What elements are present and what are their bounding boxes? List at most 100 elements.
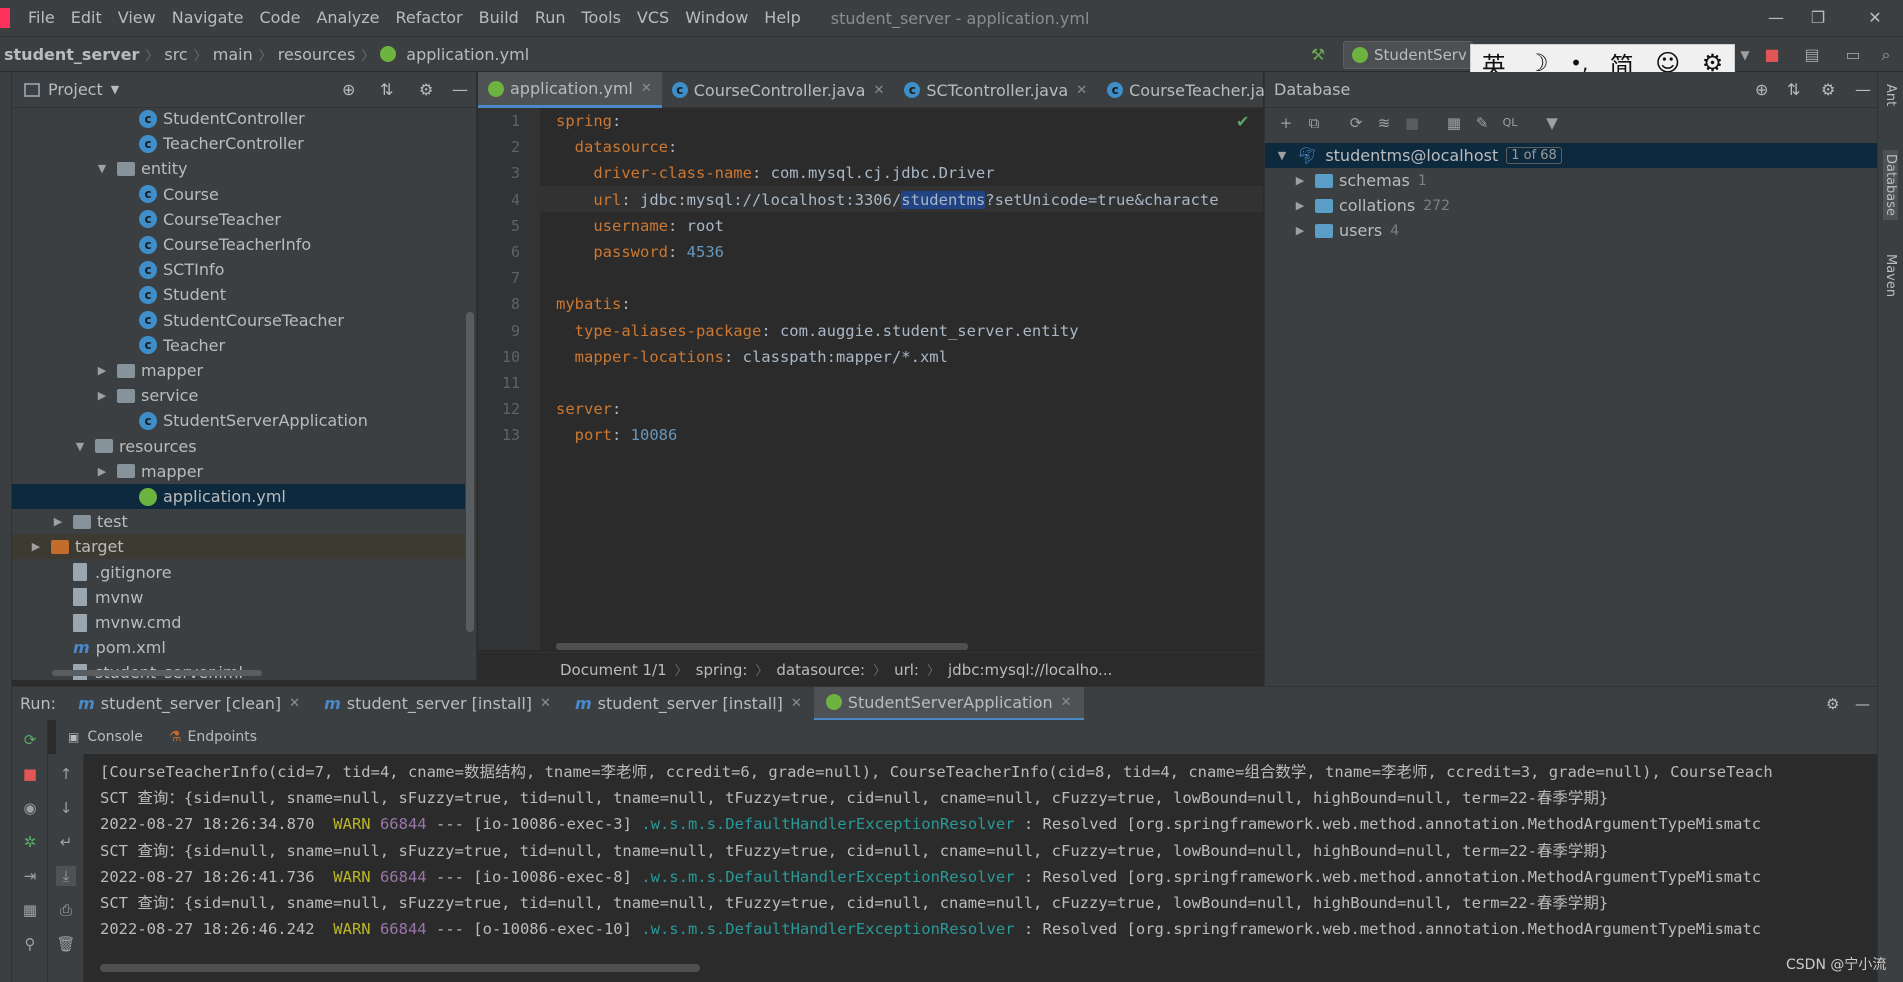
tab-console[interactable]: Console xyxy=(87,729,143,745)
ant-tab[interactable]: Ant xyxy=(1883,84,1898,106)
stop-icon[interactable]: ■ xyxy=(20,764,40,784)
code-line[interactable]: password: 4536 xyxy=(556,239,724,265)
add-icon[interactable]: + xyxy=(1275,112,1297,134)
editor-breadcrumb-item[interactable]: datasource: xyxy=(776,661,865,679)
chevron-down-icon[interactable]: ▼ xyxy=(1735,45,1755,65)
close-icon[interactable]: ✕ xyxy=(791,696,802,711)
editor-breadcrumb-item[interactable]: spring: xyxy=(696,661,748,679)
chevron-down-icon[interactable]: ▼ xyxy=(111,83,119,96)
menu-refactor[interactable]: Refactor xyxy=(388,0,471,36)
run-tab[interactable]: StudentServerApplication ✕ xyxy=(813,686,1084,721)
close-icon[interactable]: ✕ xyxy=(1847,0,1903,36)
menu-analyze[interactable]: Analyze xyxy=(308,0,387,36)
code-line[interactable]: driver-class-name: com.mysql.cj.jdbc.Dri… xyxy=(556,160,994,186)
console-hscrollbar[interactable] xyxy=(100,964,700,972)
project-structure-icon[interactable]: ▤ xyxy=(1802,45,1822,65)
close-icon[interactable]: ✕ xyxy=(540,696,551,711)
close-icon[interactable]: ✕ xyxy=(1061,695,1072,710)
table-icon[interactable]: ▦ xyxy=(1443,112,1465,134)
tree-item[interactable]: c StudentServerApplication xyxy=(12,408,465,433)
chevron-right-icon[interactable]: ▶ xyxy=(95,364,109,377)
menu-tools[interactable]: Tools xyxy=(574,0,629,36)
code-line[interactable]: spring: xyxy=(556,108,621,134)
pin-icon[interactable]: ⚲ xyxy=(20,934,40,954)
tree-item[interactable]: ▼ resources xyxy=(12,434,465,459)
chevron-right-icon[interactable]: ▶ xyxy=(95,389,109,402)
tree-item[interactable]: mvnw.cmd xyxy=(12,610,465,635)
tree-item[interactable]: c CourseTeacher xyxy=(12,207,465,232)
tab-endpoints[interactable]: Endpoints xyxy=(187,729,257,745)
print-icon[interactable]: ⎙ xyxy=(56,900,76,920)
chevron-right-icon[interactable]: ▶ xyxy=(29,540,43,553)
sql-console-icon[interactable]: QL xyxy=(1499,112,1521,134)
editor-hscrollbar[interactable] xyxy=(556,643,968,650)
layout-icon[interactable]: ▦ xyxy=(20,900,40,920)
code-line[interactable]: url: jdbc:mysql://localhost:3306/student… xyxy=(556,187,1219,213)
code-line[interactable]: server: xyxy=(556,396,621,422)
run-tab[interactable]: m student_server [install] ✕ xyxy=(312,687,563,721)
chevron-right-icon[interactable]: ▶ xyxy=(51,515,65,528)
menu-navigate[interactable]: Navigate xyxy=(164,0,252,36)
locate-icon[interactable]: ⊕ xyxy=(342,80,355,99)
maven-tab[interactable]: Maven xyxy=(1883,254,1898,297)
minimize-panel-icon[interactable]: — xyxy=(1855,695,1870,713)
code-editor[interactable]: 1 2 3 4 5 6 7 8 9 10 11 12 13 spring: datasource: dr… xyxy=(478,108,1263,650)
tree-item[interactable]: c Course xyxy=(12,182,465,207)
breadcrumb-project[interactable]: student_server xyxy=(0,45,143,64)
editor-tab[interactable]: application.yml ✕ xyxy=(478,72,662,108)
build-hammer-icon[interactable]: ⚒ xyxy=(1308,45,1328,65)
tree-item[interactable]: c SCTInfo xyxy=(12,257,465,282)
datasource-row[interactable]: ▼ 🐬︎ studentms@localhost 1 of 68 xyxy=(1265,143,1877,168)
filter-icon[interactable]: ▼ xyxy=(1541,112,1563,134)
tree-item[interactable]: c CourseTeacherInfo xyxy=(12,232,465,257)
terminal-icon[interactable]: ▭ xyxy=(1843,45,1863,65)
code-line[interactable]: mybatis: xyxy=(556,291,631,317)
exit-icon[interactable]: ⇥ xyxy=(20,866,40,886)
tree-item[interactable]: application.yml xyxy=(12,484,465,509)
tree-item[interactable]: ▶ service xyxy=(12,383,465,408)
breadcrumb-resources[interactable]: resources xyxy=(274,45,360,64)
tree-item[interactable]: mvnw xyxy=(12,585,465,610)
menu-build[interactable]: Build xyxy=(471,0,527,36)
restore-icon[interactable]: ❐ xyxy=(1790,0,1846,36)
tree-item[interactable]: ▶ mapper xyxy=(12,358,465,383)
tree-item[interactable]: ▶ mapper xyxy=(12,459,465,484)
menu-edit[interactable]: Edit xyxy=(63,0,110,36)
tree-item[interactable]: .gitignore xyxy=(12,560,465,585)
editor-tab[interactable]: c CourseTeacher.ja xyxy=(1097,72,1275,108)
close-icon[interactable]: ✕ xyxy=(289,696,300,711)
collapse-all-icon[interactable]: ⇅ xyxy=(1787,80,1800,99)
minimize-panel-icon[interactable]: — xyxy=(1855,80,1871,99)
menu-window[interactable]: Window xyxy=(677,0,756,36)
tree-item[interactable]: m pom.xml xyxy=(12,635,465,660)
locate-icon[interactable]: ⊕ xyxy=(1755,80,1768,99)
code-line[interactable]: username: root xyxy=(556,213,724,239)
tree-hscrollbar[interactable] xyxy=(52,670,262,676)
editor-breadcrumb-item[interactable]: url: xyxy=(894,661,919,679)
chevron-down-icon[interactable]: ▼ xyxy=(1275,149,1289,162)
tree-item[interactable]: c Student xyxy=(12,282,465,307)
menu-help[interactable]: Help xyxy=(756,0,808,36)
collapse-all-icon[interactable]: ⇅ xyxy=(380,80,393,99)
console-output[interactable]: [CourseTeacherInfo(cid=7, tid=4, cname=数… xyxy=(85,754,1877,964)
tree-item[interactable]: c StudentController xyxy=(12,108,465,131)
code-line[interactable]: mapper-locations: classpath:mapper/*.xml xyxy=(556,344,948,370)
soft-wrap-icon[interactable]: ↵ xyxy=(56,832,76,852)
camera-icon[interactable]: ◉ xyxy=(20,798,40,818)
edit-icon[interactable]: ✎ xyxy=(1471,112,1493,134)
arrow-up-icon[interactable]: ↑ xyxy=(56,764,76,784)
duplicate-icon[interactable]: ⧉ xyxy=(1303,112,1325,134)
tree-item[interactable]: c StudentCourseTeacher xyxy=(12,308,465,333)
gear-icon[interactable]: ⚙ xyxy=(1821,80,1835,99)
breadcrumb-src[interactable]: src xyxy=(160,45,191,64)
refresh-icon[interactable]: ⟳ xyxy=(1345,112,1367,134)
minimize-panel-icon[interactable]: — xyxy=(452,80,468,99)
search-icon[interactable]: ⌕ xyxy=(1876,45,1896,65)
editor-breadcrumb-item[interactable]: jdbc:mysql://localho... xyxy=(948,661,1112,679)
close-icon[interactable]: ✕ xyxy=(1076,83,1087,98)
debug-icon[interactable]: ✲ xyxy=(20,832,40,852)
tree-item[interactable]: ▼ entity xyxy=(12,156,465,181)
run-configuration-select[interactable]: StudentServ xyxy=(1343,41,1473,69)
run-tab[interactable]: m student_server [clean] ✕ xyxy=(66,687,312,721)
editor-breadcrumb-item[interactable]: Document 1/1 xyxy=(560,661,667,679)
